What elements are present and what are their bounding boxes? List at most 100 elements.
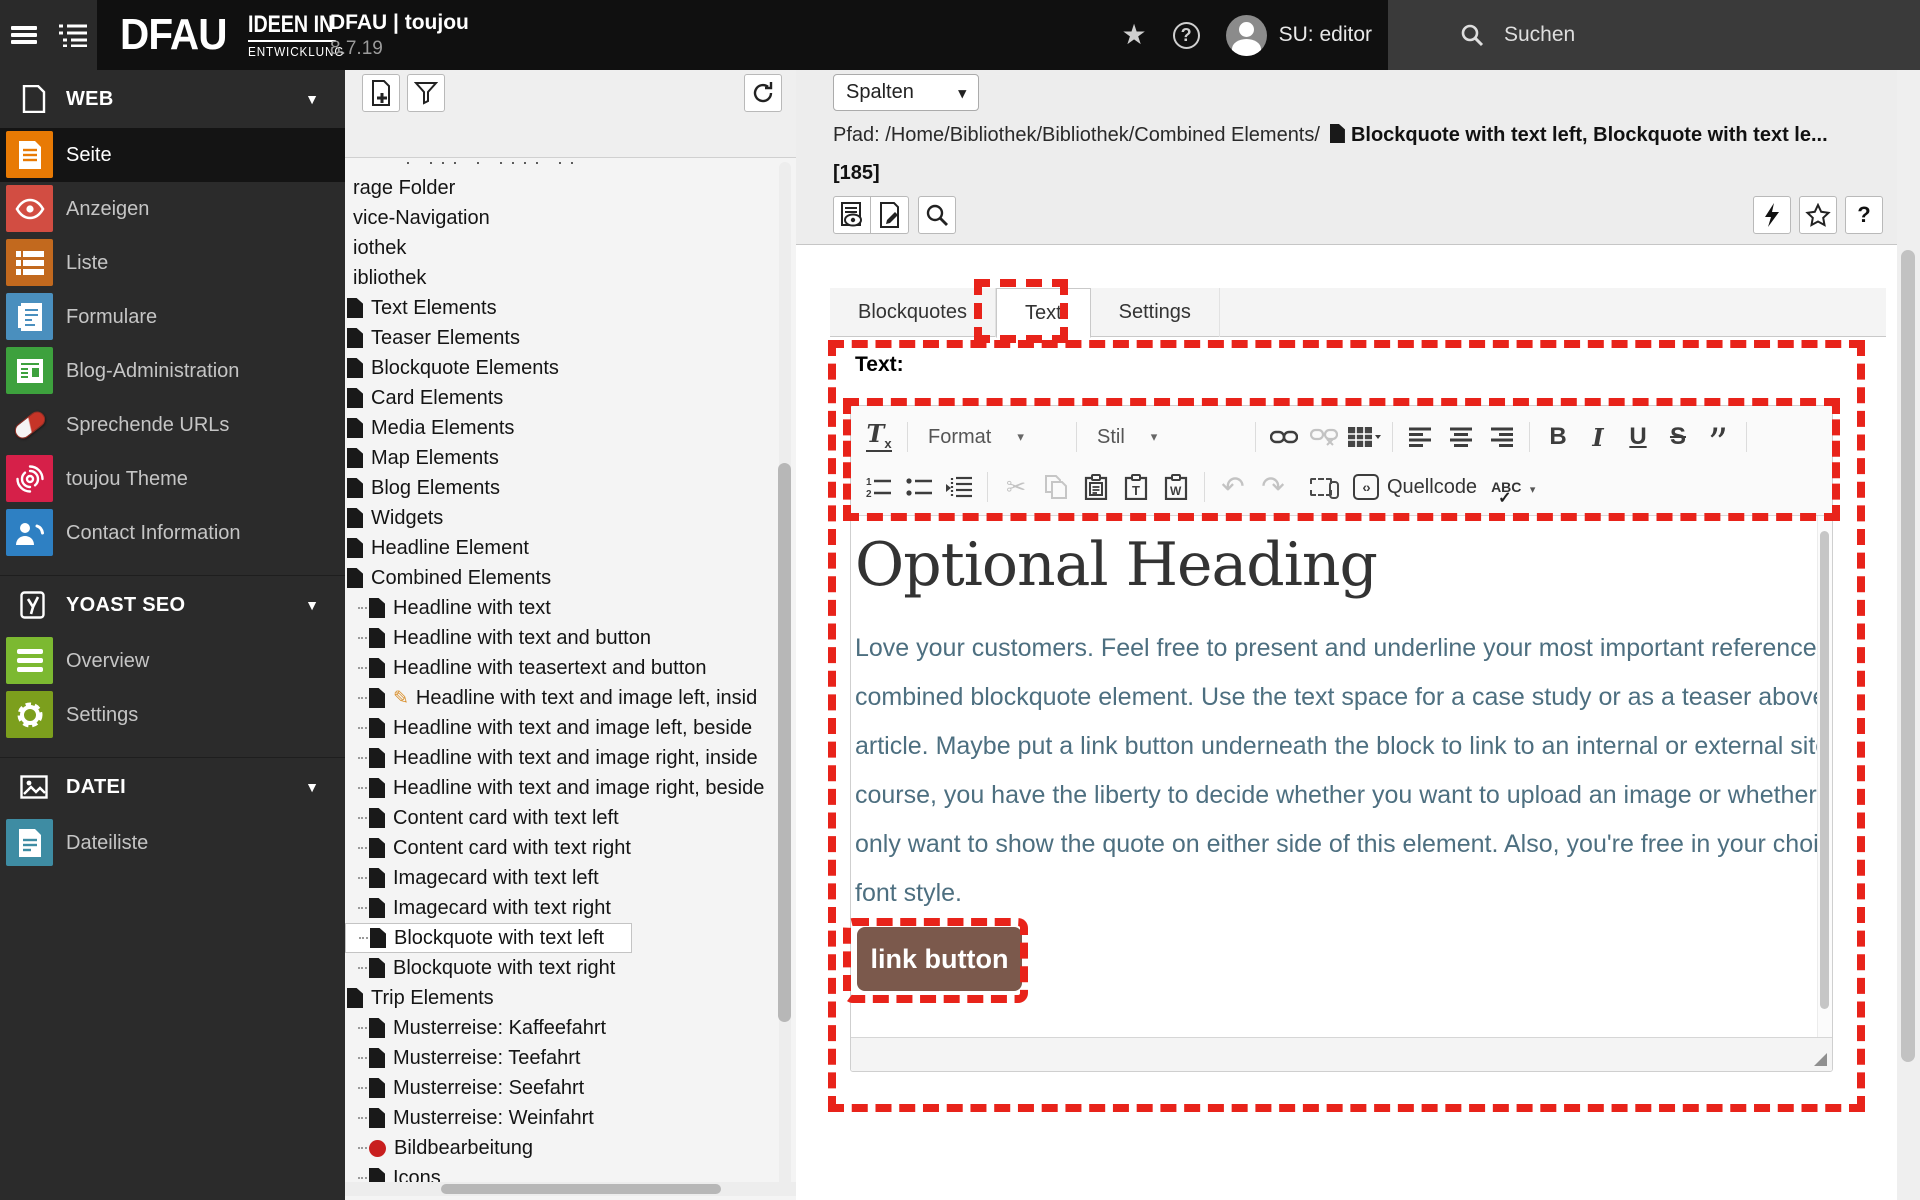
user-menu[interactable]: SU: editor — [1225, 14, 1372, 56]
pagetree-toggle-icon[interactable] — [51, 0, 95, 70]
tree-item[interactable]: iothek — [345, 233, 796, 263]
remove-format-icon[interactable]: Tx — [861, 418, 897, 456]
tree-item[interactable]: Musterreise: Teefahrt — [345, 1043, 796, 1073]
main-scrollbar-thumb[interactable] — [1901, 250, 1915, 1062]
tree-item[interactable]: Headline Element — [345, 533, 796, 563]
spellcheck-icon[interactable]: ABC ✓ ▾ — [1491, 468, 1535, 507]
show-blocks-icon[interactable] — [1303, 468, 1339, 506]
source-icon[interactable]: ‹› Quellcode — [1349, 468, 1481, 506]
table-icon[interactable] — [1346, 418, 1382, 456]
bold-icon[interactable]: B — [1540, 418, 1576, 456]
tree-item[interactable]: Blockquote with text right — [345, 953, 796, 983]
tab-text[interactable]: Text — [995, 288, 1091, 338]
style-dropdown[interactable]: Stil ▾ — [1087, 418, 1245, 456]
tree-item[interactable]: Musterreise: Weinfahrt — [345, 1103, 796, 1133]
sidebar-item-contact-information[interactable]: Contact Information — [0, 506, 345, 560]
sidebar-item-overview[interactable]: Overview — [0, 634, 345, 688]
editor-heading[interactable]: Optional Heading — [855, 530, 1802, 600]
tree-item[interactable]: Combined Elements — [345, 563, 796, 593]
tree-item[interactable]: Headline with text and image left, besid… — [345, 713, 796, 743]
chevron-down-icon[interactable]: ▼ — [305, 91, 319, 107]
tree-horizontal-scrollbar-thumb[interactable] — [441, 1184, 721, 1194]
layout-select[interactable]: Spalten ▾ — [833, 74, 979, 111]
search-icon[interactable] — [918, 196, 956, 234]
editor-scrollbar-thumb[interactable] — [1820, 531, 1829, 1009]
section-yoast-seo[interactable]: YOAST SEO ▼ — [0, 576, 345, 634]
tree-item[interactable]: Teaser Elements — [345, 323, 796, 353]
tree-item[interactable]: ✎ Headline with text and image left, ins… — [345, 683, 796, 713]
align-center-icon[interactable] — [1443, 418, 1479, 456]
tree-item[interactable]: Headline with text and button — [345, 623, 796, 653]
tree-item[interactable]: Card Elements — [345, 383, 796, 413]
sidebar-item-dateiliste[interactable]: Dateiliste — [0, 816, 345, 870]
cut-icon[interactable]: ✂ — [998, 468, 1034, 506]
align-right-icon[interactable] — [1483, 418, 1519, 456]
sidebar-item-formulare[interactable]: Formulare — [0, 290, 345, 344]
tree-item[interactable]: Bildbearbeitung — [345, 1133, 796, 1163]
tab-blockquotes[interactable]: Blockquotes — [830, 288, 996, 337]
tree-item[interactable]: Headline with text and image right, insi… — [345, 743, 796, 773]
tree-item[interactable]: Text Elements — [345, 293, 796, 323]
tree-item[interactable]: Blockquote with text left — [345, 923, 632, 953]
tree-item[interactable]: Imagecard with text left — [345, 863, 796, 893]
help-icon[interactable]: ? — [1172, 21, 1200, 49]
tab-settings[interactable]: Settings — [1091, 288, 1220, 337]
section-datei[interactable]: DATEI ▼ — [0, 758, 345, 816]
chevron-down-icon[interactable]: ▼ — [305, 597, 319, 613]
tree-item[interactable]: ibliothek — [345, 263, 796, 293]
sidebar-item-blog-administration[interactable]: Blog-Administration — [0, 344, 345, 398]
chevron-down-icon[interactable]: ▼ — [305, 779, 319, 795]
tree-vertical-scrollbar-thumb[interactable] — [778, 463, 791, 1022]
format-dropdown[interactable]: Format ▾ — [918, 418, 1066, 456]
editor-paragraph[interactable]: Love your customers. Feel free to presen… — [855, 624, 1832, 918]
lightning-icon[interactable] — [1753, 196, 1791, 234]
tree-item[interactable]: Imagecard with text right — [345, 893, 796, 923]
redo-icon[interactable]: ↷ — [1255, 468, 1291, 506]
tree-item[interactable]: Content card with text right — [345, 833, 796, 863]
strikethrough-icon[interactable]: S — [1660, 418, 1696, 456]
sidebar-item-toujou-theme[interactable]: toujou Theme — [0, 452, 345, 506]
unordered-list-icon[interactable] — [901, 468, 937, 506]
tree-item[interactable]: Content card with text left — [345, 803, 796, 833]
tree-item[interactable]: Headline with text and image right, besi… — [345, 773, 796, 803]
tree-item[interactable]: Widgets — [345, 503, 796, 533]
tree-item[interactable]: Media Elements — [345, 413, 796, 443]
sidebar-item-settings[interactable]: Settings — [0, 688, 345, 742]
sidebar-item-anzeigen[interactable]: Anzeigen — [0, 182, 345, 236]
unlink-icon[interactable] — [1306, 418, 1342, 456]
tree-item[interactable]: Trip Elements — [345, 983, 796, 1013]
paste-word-icon[interactable]: W — [1158, 468, 1194, 506]
ordered-list-icon[interactable]: 12 — [861, 468, 897, 506]
tree-item[interactable]: Musterreise: Kaffeefahrt — [345, 1013, 796, 1043]
tree-item[interactable]: Headline with text — [345, 593, 796, 623]
align-left-icon[interactable] — [1403, 418, 1439, 456]
paste-text-icon[interactable]: T — [1118, 468, 1154, 506]
sidebar-item-sprechende-urls[interactable]: Sprechende URLs — [0, 398, 345, 452]
link-icon[interactable] — [1266, 418, 1302, 456]
tree-item[interactable]: Headline with teasertext and button — [345, 653, 796, 683]
blockquote-icon[interactable]: ” — [1700, 418, 1736, 464]
hamburger-icon[interactable] — [2, 0, 46, 70]
underline-icon[interactable]: U — [1620, 418, 1656, 456]
copy-icon[interactable] — [1038, 468, 1074, 506]
edit-page-icon[interactable] — [871, 196, 909, 234]
undo-icon[interactable]: ↶ — [1215, 468, 1251, 506]
tree-item[interactable]: Blockquote Elements — [345, 353, 796, 383]
main-scrollbar-track[interactable] — [1897, 70, 1920, 1200]
indent-icon[interactable] — [941, 468, 977, 506]
resize-handle[interactable] — [1814, 1053, 1827, 1066]
filter-icon[interactable] — [407, 74, 445, 112]
editor-content[interactable]: Optional Heading Love your customers. Fe… — [851, 516, 1832, 1038]
sidebar-item-liste[interactable]: Liste — [0, 236, 345, 290]
italic-icon[interactable]: I — [1580, 418, 1616, 456]
new-page-icon[interactable] — [362, 74, 400, 112]
tree-item[interactable]: Musterreise: Seefahrt — [345, 1073, 796, 1103]
topbar-search[interactable]: Suchen — [1388, 0, 1920, 70]
tree-item[interactable]: rage Folder — [345, 173, 796, 203]
paste-icon[interactable] — [1078, 468, 1114, 506]
sidebar-item-seite[interactable]: Seite — [0, 128, 345, 182]
help-icon[interactable]: ? — [1845, 196, 1883, 234]
refresh-icon[interactable] — [744, 74, 782, 112]
section-web[interactable]: WEB ▼ — [0, 70, 345, 128]
view-webpage-icon[interactable] — [833, 196, 871, 234]
